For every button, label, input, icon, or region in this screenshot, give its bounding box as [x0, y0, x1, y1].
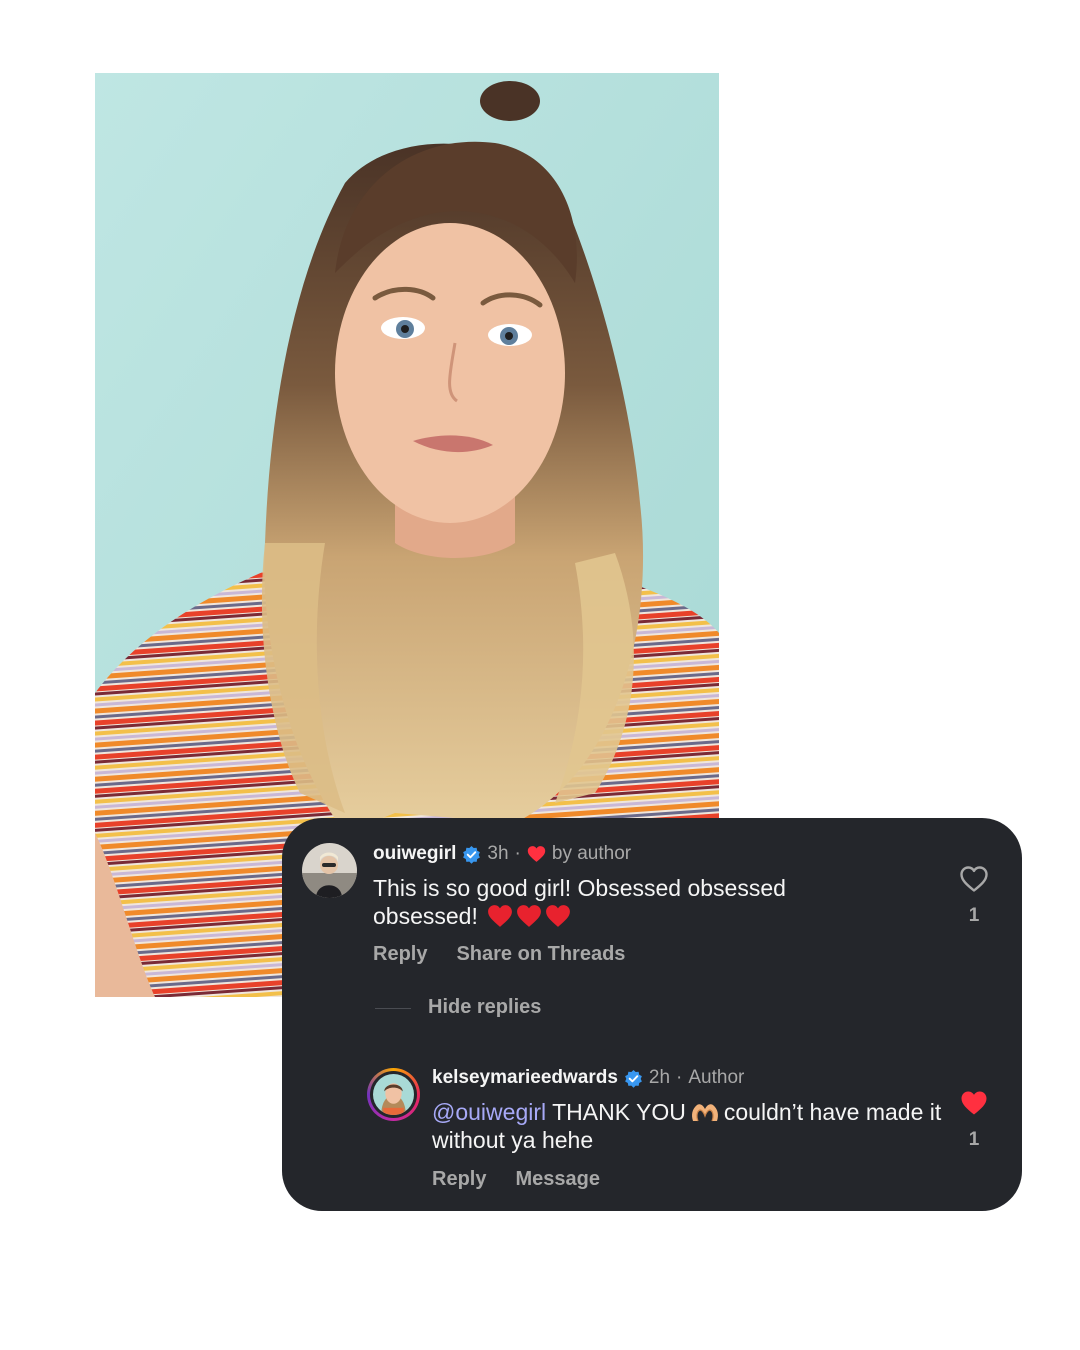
comment-text-body: This is so good girl! Obsessed obsessed … — [373, 875, 786, 929]
heart-filled-icon[interactable] — [959, 1089, 989, 1117]
comment-card: ouiwegirl 3h · by author This is so good… — [282, 818, 1022, 1211]
heart-hands-emoji-icon — [690, 1101, 720, 1123]
meta-separator: · — [676, 1067, 683, 1088]
verified-badge-icon — [624, 1069, 643, 1088]
mention-link[interactable]: @ouiwegirl — [432, 1099, 546, 1125]
reply-meta: kelseymarieedwards 2h · Author — [432, 1067, 744, 1089]
message-button[interactable]: Message — [515, 1168, 600, 1191]
reply-avatar-ring — [370, 1071, 417, 1118]
red-heart-emoji-icon — [487, 904, 513, 928]
reply-text-start: THANK YOU — [552, 1099, 686, 1125]
reply-avatar[interactable] — [367, 1068, 420, 1121]
reply-button[interactable]: Reply — [432, 1168, 486, 1191]
verified-badge-icon — [462, 845, 481, 864]
red-heart-emoji-icon — [545, 904, 571, 928]
comment-actions: Reply Share on Threads — [373, 943, 625, 966]
liked-by-author-label: by author — [551, 843, 632, 864]
reply-actions: Reply Message — [432, 1168, 600, 1191]
red-heart-emoji-icon — [516, 904, 542, 928]
comment-text: This is so good girl! Obsessed obsessed … — [373, 874, 893, 930]
reply-username[interactable]: kelseymarieedwards — [432, 1067, 618, 1089]
comment-username[interactable]: ouiwegirl — [373, 843, 456, 865]
reply-button[interactable]: Reply — [373, 943, 427, 966]
like-count: 1 — [968, 1129, 980, 1150]
reply-time: 2h — [648, 1067, 671, 1088]
share-on-threads-button[interactable]: Share on Threads — [456, 943, 625, 966]
reply-text: @ouiwegirl THANK YOU couldn’t have made i… — [432, 1098, 952, 1154]
heart-outline-icon[interactable] — [959, 865, 989, 893]
author-label: Author — [688, 1067, 745, 1088]
comment-time: 3h — [487, 843, 509, 864]
reply-like: 1 — [944, 1089, 1004, 1151]
like-count: 1 — [968, 905, 980, 926]
liked-by-author-heart-icon — [527, 845, 546, 863]
comment-like: 1 — [944, 865, 1004, 927]
replies-divider — [375, 1008, 411, 1009]
comment-meta: ouiwegirl 3h · by author — [373, 843, 631, 865]
commenter-avatar[interactable] — [302, 843, 357, 898]
meta-separator: · — [514, 843, 521, 864]
hide-replies-button[interactable]: Hide replies — [428, 996, 541, 1019]
reply-avatar-photo — [373, 1074, 414, 1115]
